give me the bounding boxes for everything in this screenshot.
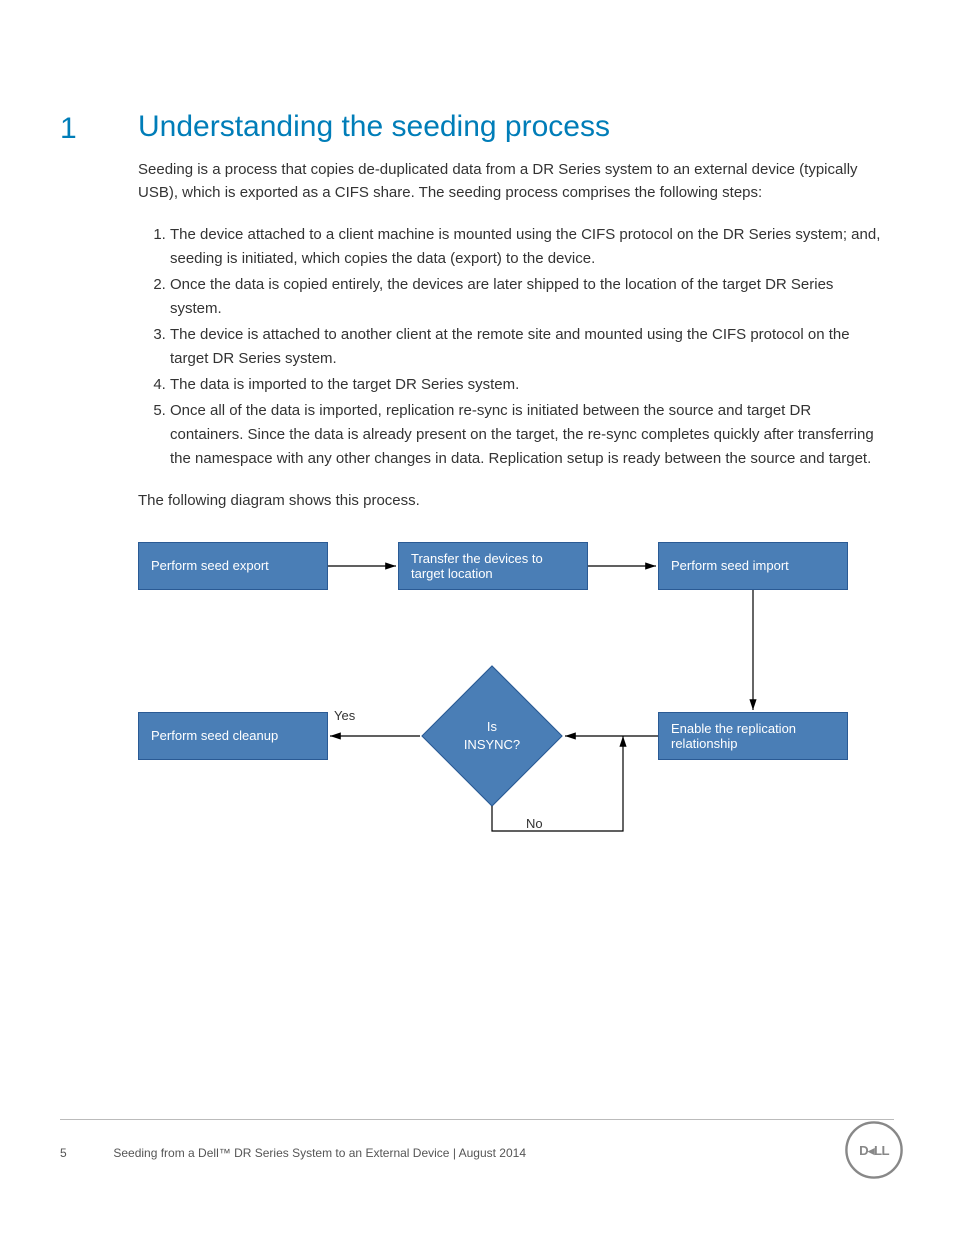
flow-box-label: Perform seed export [151,558,269,573]
flow-box-label: Transfer the devices to target location [411,551,575,581]
flow-box-cleanup: Perform seed cleanup [138,712,328,760]
flow-diagram: Perform seed export Transfer the devices… [138,536,898,866]
diamond-label-line2: INSYNC? [464,737,520,752]
step-item: The device attached to a client machine … [170,223,882,271]
page-title: Understanding the seeding process [138,110,882,144]
footer-divider [60,1119,894,1120]
content-body: Understanding the seeding process Seedin… [138,110,882,866]
steps-list: The device attached to a client machine … [170,223,882,471]
edge-label-no: No [526,816,543,831]
step-item: The data is imported to the target DR Se… [170,373,882,397]
flow-box-label: Perform seed import [671,558,789,573]
page-footer: 5 Seeding from a Dell™ DR Series System … [60,1146,526,1160]
intro-paragraph: Seeding is a process that copies de-dupl… [138,158,882,205]
svg-text:D◂LL: D◂LL [859,1143,889,1158]
diamond-label-line1: Is [487,719,497,734]
flow-decision-insync: Is INSYNC? [422,666,562,806]
edge-label-yes: Yes [334,708,355,723]
flow-box-export: Perform seed export [138,542,328,590]
flow-box-transfer: Transfer the devices to target location [398,542,588,590]
step-item: Once all of the data is imported, replic… [170,399,882,471]
flow-box-import: Perform seed import [658,542,848,590]
dell-logo-icon: D◂LL [844,1120,904,1180]
section-number: 1 [60,112,77,146]
flow-box-enable: Enable the replication relationship [658,712,848,760]
diagram-lead: The following diagram shows this process… [138,489,882,512]
page-number: 5 [60,1146,110,1160]
document-page: 1 Understanding the seeding process Seed… [0,0,954,1235]
step-item: Once the data is copied entirely, the de… [170,273,882,321]
footer-text: Seeding from a Dell™ DR Series System to… [113,1146,526,1160]
flow-box-label: Enable the replication relationship [671,721,835,751]
flow-box-label: Perform seed cleanup [151,728,278,743]
step-item: The device is attached to another client… [170,323,882,371]
